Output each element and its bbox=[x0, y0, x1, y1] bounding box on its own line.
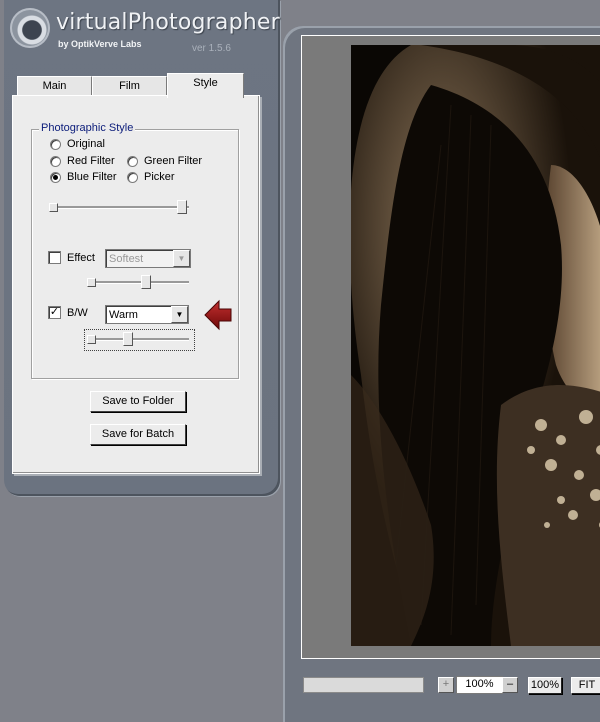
slider-min-stop bbox=[49, 203, 58, 212]
radio-picker[interactable]: Picker bbox=[127, 171, 175, 183]
zoom-in-button[interactable]: + bbox=[438, 677, 454, 693]
style-strength-slider[interactable] bbox=[49, 200, 189, 214]
radio-indicator bbox=[127, 171, 138, 183]
zoom-fit-button[interactable]: FIT bbox=[571, 677, 600, 694]
slider-min-stop bbox=[87, 335, 96, 344]
radio-label: Green Filter bbox=[144, 155, 203, 167]
app-logo: virtualPhotographer by OptikVerve Labs v… bbox=[8, 6, 280, 54]
chevron-down-icon[interactable]: ▼ bbox=[171, 306, 188, 323]
checkbox-box-checked: ✓ bbox=[48, 306, 61, 319]
radio-blue-filter[interactable]: Blue Filter bbox=[50, 171, 117, 183]
effect-select[interactable]: Softest ▼ bbox=[105, 249, 191, 268]
app-version: ver 1.5.6 bbox=[192, 43, 231, 54]
slider-min-stop bbox=[87, 278, 96, 287]
zoom-out-button[interactable]: – bbox=[502, 677, 518, 693]
radio-indicator bbox=[50, 138, 61, 150]
radio-label: Picker bbox=[144, 171, 175, 183]
radio-label: Red Filter bbox=[67, 155, 115, 167]
slider-track bbox=[87, 338, 189, 341]
tab-film[interactable]: Film bbox=[92, 76, 167, 97]
radio-label: Original bbox=[67, 138, 105, 150]
swirl-logo-icon bbox=[10, 8, 50, 48]
bw-label: B/W bbox=[67, 306, 88, 319]
bw-checkbox[interactable]: ✓ B/W bbox=[48, 306, 88, 319]
slider-thumb[interactable] bbox=[123, 332, 133, 346]
progress-bar bbox=[303, 677, 424, 693]
tab-strip: Main Film Style bbox=[14, 73, 246, 98]
zoom-100-button[interactable]: 100% bbox=[528, 677, 562, 694]
radio-indicator-selected bbox=[50, 171, 61, 183]
radio-indicator bbox=[127, 155, 138, 167]
tab-main[interactable]: Main bbox=[17, 76, 92, 97]
zoom-level-field[interactable]: 100% bbox=[456, 676, 503, 694]
save-to-folder-button[interactable]: Save to Folder bbox=[90, 391, 186, 412]
radio-original[interactable]: Original bbox=[50, 138, 105, 150]
radio-red-filter[interactable]: Red Filter bbox=[50, 155, 115, 167]
bw-tone-select[interactable]: Warm ▼ bbox=[105, 305, 189, 324]
sepia-portrait-image bbox=[351, 45, 600, 646]
effect-label: Effect bbox=[67, 251, 95, 264]
save-for-batch-button[interactable]: Save for Batch bbox=[90, 424, 186, 445]
effect-slider[interactable] bbox=[87, 275, 189, 289]
slider-thumb[interactable] bbox=[141, 275, 151, 289]
radio-indicator bbox=[50, 155, 61, 167]
radio-green-filter[interactable]: Green Filter bbox=[127, 155, 202, 167]
tab-style[interactable]: Style bbox=[167, 73, 244, 98]
bw-tone-slider[interactable] bbox=[87, 332, 189, 346]
slider-track bbox=[49, 206, 189, 209]
chevron-down-icon[interactable]: ▼ bbox=[173, 250, 190, 267]
preview-photo[interactable] bbox=[351, 45, 600, 646]
slider-track bbox=[87, 281, 189, 284]
radio-label: Blue Filter bbox=[67, 171, 117, 183]
style-tab-panel: Photographic Style Original Red Filter G… bbox=[12, 95, 260, 474]
photographic-style-legend: Photographic Style bbox=[39, 122, 136, 134]
slider-thumb[interactable] bbox=[177, 200, 187, 214]
effect-checkbox[interactable]: Effect bbox=[48, 251, 95, 264]
effect-select-value: Softest bbox=[109, 252, 144, 265]
app-byline: by OptikVerve Labs bbox=[58, 39, 142, 49]
checkbox-box bbox=[48, 251, 61, 264]
annotation-arrow-icon bbox=[204, 299, 232, 331]
bw-select-value: Warm bbox=[109, 308, 138, 321]
app-title: virtualPhotographer bbox=[56, 10, 280, 35]
